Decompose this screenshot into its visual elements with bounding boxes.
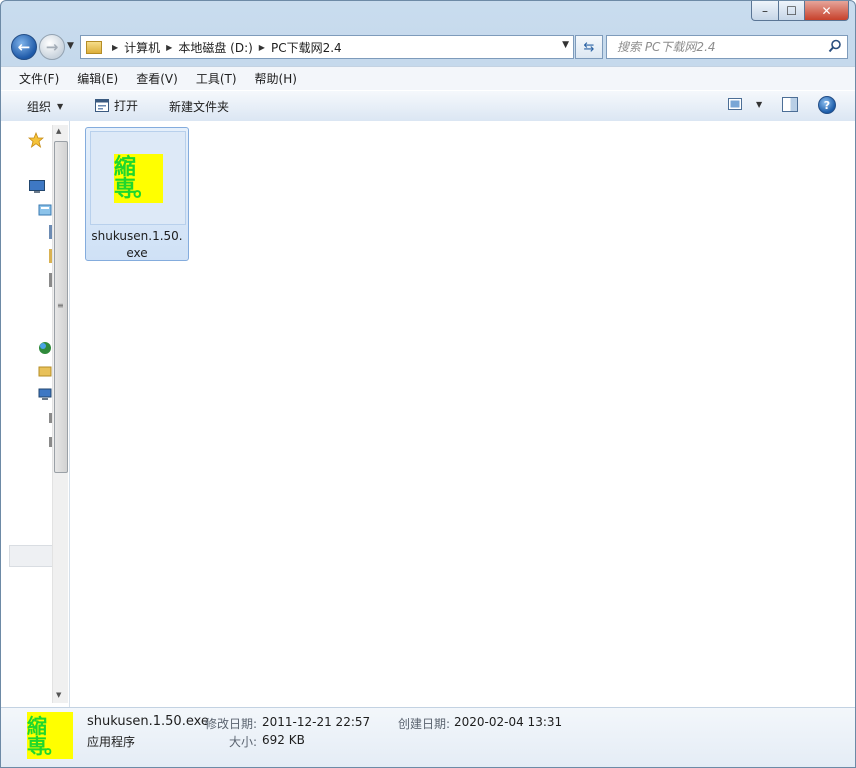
menu-help[interactable]: 帮助(H) [249, 70, 303, 87]
app-logo-icon: 縮専。 [114, 154, 163, 203]
change-view-button[interactable]: ▼ [728, 98, 762, 110]
open-label: 打开 [114, 99, 139, 113]
chevron-down-icon: ▼ [57, 102, 64, 111]
explorer-window: – ☐ ✕ ← → ▼ ▶ 计算机 ▶ 本地磁盘 (D:) ▶ PC下载网2.4… [0, 0, 856, 768]
file-item[interactable]: 縮専。 shukusen.1.50.exe [85, 127, 189, 261]
preview-pane-button[interactable] [782, 97, 798, 112]
scrollbar-grip-icon: ≡ [57, 301, 64, 310]
search-box[interactable] [606, 35, 848, 59]
created-date-value: 2020-02-04 13:31 [454, 715, 563, 729]
new-folder-label: 新建文件夹 [169, 100, 230, 114]
menu-view[interactable]: 查看(V) [130, 70, 184, 87]
details-pane: 縮専。 shukusen.1.50.exe 应用程序 修改日期: 2011-12… [1, 707, 855, 767]
libraries-icon[interactable] [38, 203, 52, 217]
help-button[interactable]: ? [818, 96, 836, 114]
file-thumbnail-frame: 縮専。 [90, 131, 186, 225]
help-icon: ? [823, 98, 831, 112]
address-bar[interactable]: ▶ 计算机 ▶ 本地磁盘 (D:) ▶ PC下载网2.4 ▼ [80, 35, 574, 59]
breadcrumb-computer[interactable]: 计算机 [124, 39, 160, 56]
menu-bar: 文件(F) 编辑(E) 查看(V) 工具(T) 帮助(H) [1, 66, 855, 90]
chevron-down-icon: ▼ [756, 99, 763, 109]
menu-edit[interactable]: 编辑(E) [71, 70, 124, 87]
network-icon[interactable] [38, 341, 52, 355]
search-input[interactable] [615, 39, 819, 55]
details-file-type: 应用程序 [87, 735, 136, 749]
back-arrow-icon: ← [17, 38, 31, 56]
back-button[interactable]: ← [11, 34, 37, 60]
app-logo-text: 縮専。 [114, 154, 155, 202]
search-icon[interactable] [828, 39, 842, 53]
navigation-pane: ▲ ≡ ▼ [1, 121, 70, 707]
organize-label: 组织 [27, 100, 52, 114]
favorites-star-icon[interactable] [28, 132, 44, 148]
app-logo-icon: 縮専。 [27, 712, 73, 759]
created-date-label: 创建日期: [398, 717, 451, 731]
chevron-right-icon[interactable]: ▶ [259, 43, 265, 52]
computer-icon[interactable] [38, 387, 52, 401]
menu-file[interactable]: 文件(F) [13, 70, 65, 87]
modified-date-label: 修改日期: [205, 717, 258, 731]
details-file-name: shukusen.1.50.exe [87, 714, 209, 729]
command-bar: 组织 ▼ 打开 新建文件夹 ▼ ? [1, 90, 855, 122]
app-logo-text: 縮専。 [27, 713, 64, 758]
folder-icon[interactable] [38, 364, 52, 378]
organize-button[interactable]: 组织 ▼ [27, 98, 63, 115]
modified-date-value: 2011-12-21 22:57 [262, 715, 371, 729]
chevron-right-icon[interactable]: ▶ [166, 43, 172, 52]
menu-tools[interactable]: 工具(T) [190, 70, 243, 87]
close-button[interactable]: ✕ [805, 1, 849, 21]
open-app-icon [95, 99, 109, 112]
minimize-button[interactable]: – [751, 1, 779, 21]
recent-pages-dropdown[interactable]: ▼ [67, 41, 74, 51]
file-name: shukusen.1.50.exe [91, 229, 183, 260]
scroll-down-icon[interactable]: ▼ [56, 691, 61, 699]
refresh-button[interactable]: ⇆ [575, 35, 603, 59]
chevron-right-icon[interactable]: ▶ [112, 43, 118, 52]
navigation-scrollbar[interactable]: ▲ ≡ ▼ [52, 125, 68, 703]
new-folder-button[interactable]: 新建文件夹 [169, 98, 229, 115]
breadcrumb-current-folder[interactable]: PC下载网2.4 [271, 39, 342, 56]
file-list-area[interactable]: 縮専。 shukusen.1.50.exe [70, 121, 855, 707]
navigation-row: ← → ▼ ▶ 计算机 ▶ 本地磁盘 (D:) ▶ PC下载网2.4 ▼ ⇆ [1, 31, 855, 61]
maximize-button[interactable]: ☐ [779, 1, 805, 21]
caption-buttons: – ☐ ✕ [751, 1, 849, 21]
desktop-icon[interactable] [29, 180, 45, 194]
folder-icon [86, 40, 102, 54]
refresh-icon: ⇆ [583, 39, 595, 55]
breadcrumb-drive-d[interactable]: 本地磁盘 (D:) [178, 39, 252, 56]
address-dropdown-icon[interactable]: ▼ [562, 40, 569, 50]
open-button[interactable]: 打开 [95, 97, 138, 114]
scroll-up-icon[interactable]: ▲ [56, 127, 61, 135]
forward-button[interactable]: → [39, 34, 65, 60]
view-icon [728, 98, 742, 110]
size-value: 692 KB [262, 733, 305, 747]
size-label: 大小: [229, 735, 258, 749]
nav-selected-item[interactable] [9, 545, 53, 567]
forward-arrow-icon: → [45, 38, 59, 56]
